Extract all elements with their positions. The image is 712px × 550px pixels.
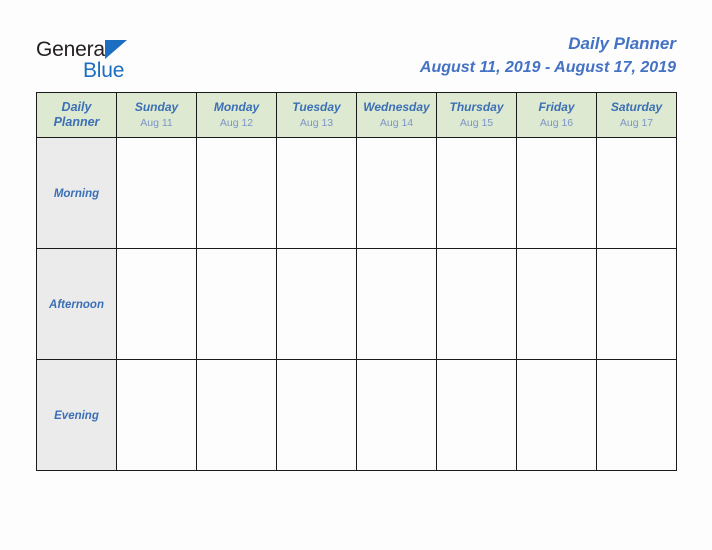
slot-morning-friday[interactable] <box>516 137 597 249</box>
table-row-evening: Evening <box>36 359 677 471</box>
table-row-morning: Morning <box>36 137 677 249</box>
slot-afternoon-tuesday[interactable] <box>276 248 357 360</box>
day-name-label: Friday <box>538 100 575 114</box>
brand-name-blue: Blue <box>83 59 125 82</box>
page-title: Daily Planner <box>568 34 676 53</box>
page-header: General Blue Daily Planner August 11, 20… <box>0 0 712 92</box>
row-label-evening: Evening <box>36 359 117 471</box>
table-header: Daily Planner Sunday Aug 11 Monday Aug 1… <box>36 92 677 138</box>
day-name-label: Monday <box>213 100 260 114</box>
slot-afternoon-thursday[interactable] <box>436 248 517 360</box>
table-body: Morning Afternoon Evening <box>36 137 677 471</box>
slot-morning-saturday[interactable] <box>596 137 677 249</box>
slot-evening-tuesday[interactable] <box>276 359 357 471</box>
day-header-saturday: Saturday Aug 17 <box>596 92 677 138</box>
day-header-wednesday: Wednesday Aug 14 <box>356 92 437 138</box>
slot-morning-thursday[interactable] <box>436 137 517 249</box>
slot-evening-sunday[interactable] <box>116 359 197 471</box>
slot-evening-wednesday[interactable] <box>356 359 437 471</box>
table-header-row: Daily Planner Sunday Aug 11 Monday Aug 1… <box>36 92 677 138</box>
day-header-tuesday: Tuesday Aug 13 <box>276 92 357 138</box>
slot-evening-saturday[interactable] <box>596 359 677 471</box>
slot-afternoon-wednesday[interactable] <box>356 248 437 360</box>
slot-afternoon-monday[interactable] <box>196 248 277 360</box>
slot-morning-sunday[interactable] <box>116 137 197 249</box>
day-date-label: Aug 13 <box>299 117 334 129</box>
row-label-morning: Morning <box>36 137 117 249</box>
day-name-label: Tuesday <box>292 100 341 114</box>
slot-evening-monday[interactable] <box>196 359 277 471</box>
planner-table: Daily Planner Sunday Aug 11 Monday Aug 1… <box>36 92 677 471</box>
slot-evening-friday[interactable] <box>516 359 597 471</box>
day-date-label: Aug 16 <box>539 117 574 129</box>
row-label-text: Morning <box>53 188 100 200</box>
slot-afternoon-saturday[interactable] <box>596 248 677 360</box>
day-header-friday: Friday Aug 16 <box>516 92 597 138</box>
triangle-icon <box>105 40 127 59</box>
brand-logo: General Blue <box>36 38 236 84</box>
day-date-label: Aug 12 <box>219 117 254 129</box>
slot-morning-tuesday[interactable] <box>276 137 357 249</box>
slot-morning-monday[interactable] <box>196 137 277 249</box>
day-name-label: Saturday <box>610 100 663 114</box>
day-name-label: Sunday <box>134 100 179 114</box>
slot-afternoon-sunday[interactable] <box>116 248 197 360</box>
day-date-label: Aug 14 <box>379 117 414 129</box>
table-corner-header: Daily Planner <box>36 92 117 138</box>
slot-morning-wednesday[interactable] <box>356 137 437 249</box>
slot-afternoon-friday[interactable] <box>516 248 597 360</box>
header-title-block: Daily Planner August 11, 2019 - August 1… <box>420 32 676 80</box>
day-name-label: Wednesday <box>363 100 430 114</box>
corner-label-line2: Planner <box>53 115 100 129</box>
date-range-label: August 11, 2019 - August 17, 2019 <box>419 59 676 76</box>
corner-label-line1: Daily <box>61 100 92 114</box>
day-header-thursday: Thursday Aug 15 <box>436 92 517 138</box>
table-row-afternoon: Afternoon <box>36 248 677 360</box>
day-date-label: Aug 11 <box>140 117 173 129</box>
row-label-text: Afternoon <box>49 299 104 311</box>
day-date-label: Aug 17 <box>619 117 654 129</box>
day-date-label: Aug 15 <box>459 117 494 129</box>
day-header-monday: Monday Aug 12 <box>196 92 277 138</box>
row-label-afternoon: Afternoon <box>36 248 117 360</box>
day-header-sunday: Sunday Aug 11 <box>116 92 197 138</box>
row-label-text: Evening <box>54 410 99 422</box>
day-name-label: Thursday <box>449 100 504 114</box>
slot-evening-thursday[interactable] <box>436 359 517 471</box>
